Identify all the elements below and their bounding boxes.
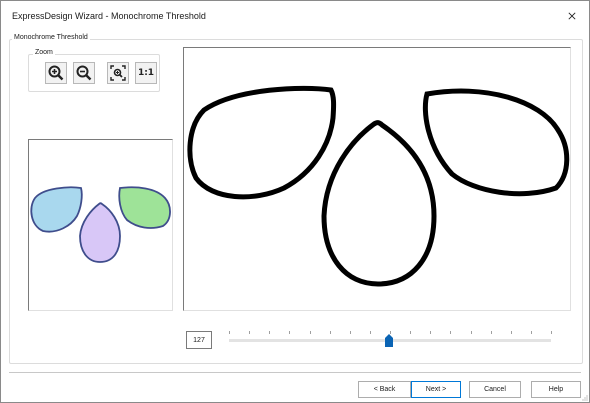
cancel-button-label: Cancel (484, 386, 506, 393)
next-button-label: Next > (425, 386, 447, 393)
slider-tick (350, 331, 351, 334)
slider-tick (310, 331, 311, 334)
title-bar: ExpressDesign Wizard - Monochrome Thresh… (1, 1, 589, 31)
zoom-actual-size-label: 1:1 (137, 68, 155, 78)
zoom-out-icon (76, 65, 92, 81)
slider-tick (229, 331, 230, 334)
slider-tick (269, 331, 270, 334)
footer-separator (9, 372, 581, 373)
outline-petal-right (422, 88, 570, 197)
group-label: Monochrome Threshold (12, 34, 90, 41)
slider-tick (430, 331, 431, 334)
zoom-label: Zoom (33, 49, 55, 56)
back-button-label: < Back (373, 386, 396, 393)
slider-tick (370, 331, 371, 334)
outline-petal-middle (321, 120, 437, 287)
threshold-preview (183, 47, 571, 311)
zoom-fit-icon (110, 65, 126, 81)
back-button[interactable]: < Back (358, 381, 411, 398)
close-icon (568, 12, 576, 20)
zoom-in-button[interactable] (45, 62, 67, 84)
threshold-petals-image (187, 85, 570, 287)
zoom-actual-size-button[interactable]: 1:1 (135, 62, 157, 84)
window-title: ExpressDesign Wizard - Monochrome Thresh… (12, 11, 206, 21)
zoom-fit-button[interactable] (107, 62, 129, 84)
slider-tick (551, 331, 552, 334)
help-button-label: Help (548, 386, 564, 393)
zoom-in-icon (48, 65, 64, 81)
cancel-button[interactable]: Cancel (469, 381, 521, 398)
petal-right (118, 186, 171, 229)
slider-tick (410, 331, 411, 334)
threshold-value-field[interactable]: 127 (186, 331, 212, 349)
slider-tick (471, 331, 472, 334)
threshold-value: 127 (193, 336, 205, 344)
slider-tick (491, 331, 492, 334)
petal-left (30, 186, 83, 233)
slider-tick (511, 331, 512, 334)
outline-petal-left (187, 85, 337, 200)
threshold-slider-thumb[interactable] (385, 334, 394, 347)
next-button[interactable]: Next > (411, 381, 461, 398)
close-button[interactable] (555, 1, 589, 31)
original-petals-image (30, 186, 171, 263)
slider-tick (249, 331, 250, 334)
petal-middle (79, 202, 121, 263)
slider-tick (289, 331, 290, 334)
original-image-preview (28, 139, 173, 311)
slider-tick (531, 331, 532, 334)
help-button[interactable]: Help (531, 381, 581, 398)
slider-tick (330, 331, 331, 334)
slider-tick (450, 331, 451, 334)
zoom-out-button[interactable] (73, 62, 95, 84)
resize-grip-icon[interactable] (582, 395, 588, 401)
